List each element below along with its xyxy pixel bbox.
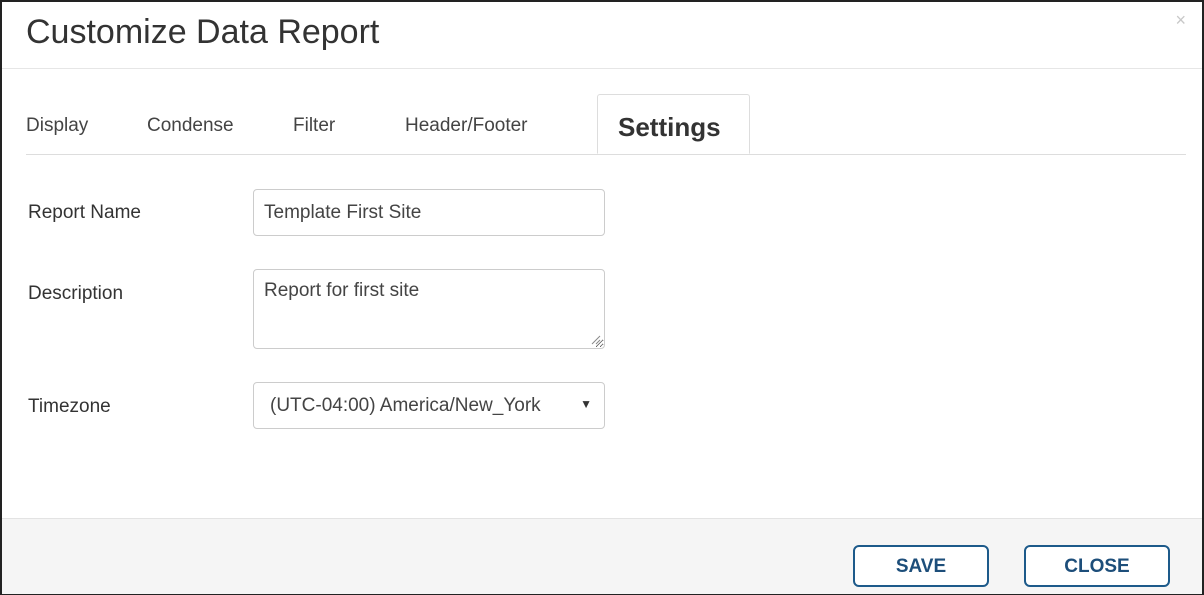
dialog-header: Customize Data Report × bbox=[2, 2, 1202, 69]
tab-settings[interactable]: Settings bbox=[597, 94, 750, 154]
report-name-input[interactable] bbox=[253, 189, 605, 236]
timezone-selected-value: (UTC-04:00) America/New_York bbox=[270, 395, 541, 416]
tab-bar: Display Condense Filter Header/Footer Se… bbox=[26, 94, 1186, 155]
tab-header-footer[interactable]: Header/Footer bbox=[405, 94, 528, 154]
timezone-select[interactable]: (UTC-04:00) America/New_York ▼ bbox=[253, 382, 605, 429]
close-icon[interactable]: × bbox=[1175, 10, 1186, 30]
dialog-title: Customize Data Report bbox=[26, 13, 380, 51]
description-textarea[interactable]: Report for first site bbox=[253, 269, 605, 349]
dropdown-arrow-icon: ▼ bbox=[580, 397, 592, 411]
timezone-label: Timezone bbox=[28, 396, 111, 417]
report-name-label: Report Name bbox=[28, 202, 141, 223]
close-button[interactable]: CLOSE bbox=[1024, 545, 1170, 587]
description-label: Description bbox=[28, 283, 124, 304]
tab-condense[interactable]: Condense bbox=[147, 94, 234, 154]
save-button[interactable]: SAVE bbox=[853, 545, 989, 587]
tab-filter[interactable]: Filter bbox=[293, 94, 335, 154]
tab-display[interactable]: Display bbox=[26, 94, 88, 154]
customize-report-dialog: Customize Data Report × Display Condense… bbox=[0, 0, 1204, 595]
dialog-footer: SAVE CLOSE bbox=[2, 518, 1202, 594]
